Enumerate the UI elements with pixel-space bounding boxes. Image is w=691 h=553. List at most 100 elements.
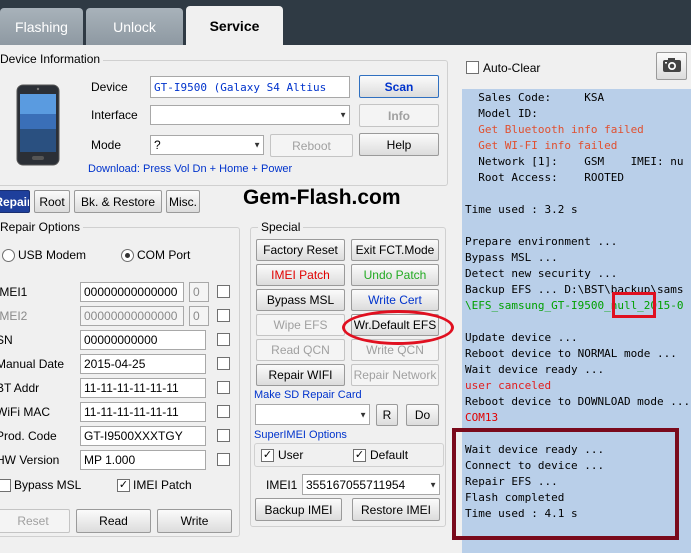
log-line: Reboot device to DOWNLOAD mode ... (465, 395, 691, 408)
special-button-label: Repair WIFI (268, 368, 333, 382)
repair-field-checkbox[interactable] (217, 285, 230, 298)
repair-field-input[interactable]: 11-11-11-11-11-11 (80, 378, 206, 398)
special-button-label: Wipe EFS (273, 318, 328, 332)
info-label: Info (388, 108, 410, 123)
bypass-msl-checkbox[interactable] (0, 479, 11, 492)
repair-options-title: Repair Options (0, 220, 84, 234)
log-line: Reboot device to NORMAL mode ... (465, 347, 677, 360)
log-line: Update device ... (465, 331, 578, 344)
repair-network-button[interactable]: Repair Network (351, 364, 439, 386)
repair-field-checkbox[interactable] (217, 429, 230, 442)
usb-modem-label: USB Modem (18, 248, 87, 262)
subtab-repair[interactable]: Repair (0, 190, 30, 213)
r-label: R (382, 408, 392, 422)
write-cert-button[interactable]: Write Cert (351, 289, 439, 311)
special-button-label: IMEI Patch (271, 268, 330, 282)
exit-fct-mode-button[interactable]: Exit FCT.Mode (351, 239, 439, 261)
repair-field-label: Manual Date (0, 357, 65, 371)
repair-field-checkbox[interactable] (217, 309, 230, 322)
restore-imei-button[interactable]: Restore IMEI (352, 498, 440, 521)
check-digit-field: 0 (189, 282, 209, 302)
special-button-label: Bypass MSL (266, 293, 335, 307)
user-label: User (278, 448, 304, 462)
special-button-label: Read QCN (271, 343, 330, 357)
screenshot-button[interactable] (656, 52, 687, 80)
factory-reset-button[interactable]: Factory Reset (256, 239, 345, 261)
bypass-msl-button[interactable]: Bypass MSL (256, 289, 345, 311)
repair-field-checkbox[interactable] (217, 405, 230, 418)
reboot-button[interactable]: Reboot (270, 134, 353, 157)
subtab-label: Bk. & Restore (80, 194, 156, 209)
repair-field-checkbox[interactable] (217, 381, 230, 394)
com-port-radio[interactable] (121, 249, 134, 262)
repair-wifi-button[interactable]: Repair WIFI (256, 364, 345, 386)
annotation-rect-log (452, 428, 679, 540)
log-line: Wait device ready ... (465, 363, 605, 376)
log-line: Network [1]: GSM IMEI: nu (465, 155, 684, 168)
auto-clear-checkbox[interactable] (466, 61, 479, 74)
log-line: Root Access: ROOTED (465, 171, 624, 184)
special-button-label: Repair Network (353, 368, 437, 382)
repair-field-label: IMEI1 (0, 285, 28, 299)
imei-patch-button[interactable]: IMEI Patch (256, 264, 345, 286)
r-button[interactable]: R (376, 404, 398, 426)
tab-service[interactable]: Service (186, 6, 283, 45)
interface-select[interactable]: ▼ (150, 105, 350, 125)
read-button[interactable]: Read (76, 509, 151, 533)
log-line: Bypass MSL ... (465, 251, 558, 264)
device-select[interactable]: GT-I9500 (Galaxy S4 Altius (150, 76, 350, 98)
do-button[interactable]: Do (406, 404, 439, 426)
undo-patch-button[interactable]: Undo Patch (351, 264, 439, 286)
log-line: user canceled (465, 379, 552, 392)
bypass-msl-label: Bypass MSL (14, 478, 82, 492)
subtab-label: Misc. (169, 194, 197, 209)
annotation-rect-null (612, 292, 656, 318)
repair-field-checkbox[interactable] (217, 333, 230, 346)
wipe-efs-button[interactable]: Wipe EFS (256, 314, 345, 336)
repair-field-checkbox[interactable] (217, 357, 230, 370)
tab-label: Unlock (113, 18, 156, 35)
phone-image (14, 84, 62, 166)
sd-repair-select[interactable]: ▼ (255, 404, 370, 425)
default-checkbox[interactable]: ✓ (353, 449, 366, 462)
mode-label: Mode (91, 138, 122, 152)
write-button[interactable]: Write (157, 509, 232, 533)
repair-field-label: WiFi MAC (0, 405, 50, 419)
backup-imei-button[interactable]: Backup IMEI (255, 498, 342, 521)
super-imei1-select[interactable]: 355167055711954 ▼ (302, 474, 440, 495)
annotation-ellipse (342, 310, 454, 345)
com-port-label: COM Port (137, 248, 191, 262)
repair-field-input[interactable]: GT-I9500XXXTGY (80, 426, 206, 446)
tab-unlock[interactable]: Unlock (86, 8, 183, 45)
camera-icon (662, 57, 682, 76)
chevron-down-icon: ▼ (429, 480, 437, 489)
repair-field-input[interactable]: 00000000000 (80, 330, 206, 350)
mode-value: ? (154, 138, 161, 152)
device-label: Device (91, 80, 128, 94)
usb-modem-radio[interactable] (2, 249, 15, 262)
scan-button[interactable]: Scan (359, 75, 439, 98)
scan-label: Scan (384, 79, 414, 94)
repair-field-input[interactable]: 00000000000000 (80, 282, 184, 302)
device-info-title: Device Information (0, 52, 104, 66)
tab-flashing[interactable]: Flashing (0, 8, 83, 45)
subtab-backup-restore[interactable]: Bk. & Restore (74, 190, 162, 213)
info-button[interactable]: Info (359, 104, 439, 127)
help-button[interactable]: Help (359, 133, 439, 156)
mode-select[interactable]: ? ▼ (150, 135, 264, 155)
repair-field-input[interactable]: MP 1.000 (80, 450, 206, 470)
repair-field-input[interactable]: 2015-04-25 (80, 354, 206, 374)
log-line: Sales Code: KSA (465, 91, 605, 104)
special-button-label: Undo Patch (363, 268, 427, 282)
repair-field-input[interactable]: 00000000000000 (80, 306, 184, 326)
special-button-label: Exit FCT.Mode (355, 243, 435, 257)
repair-field-input[interactable]: 11-11-11-11-11-11 (80, 402, 206, 422)
subtab-root[interactable]: Root (34, 190, 70, 213)
repair-field-checkbox[interactable] (217, 453, 230, 466)
imei-patch-checkbox[interactable]: ✓ (117, 479, 130, 492)
user-checkbox[interactable]: ✓ (261, 449, 274, 462)
do-label: Do (414, 408, 431, 422)
reset-button[interactable]: Reset (0, 509, 70, 533)
subtab-misc[interactable]: Misc. (166, 190, 200, 213)
read-qcn-button[interactable]: Read QCN (256, 339, 345, 361)
